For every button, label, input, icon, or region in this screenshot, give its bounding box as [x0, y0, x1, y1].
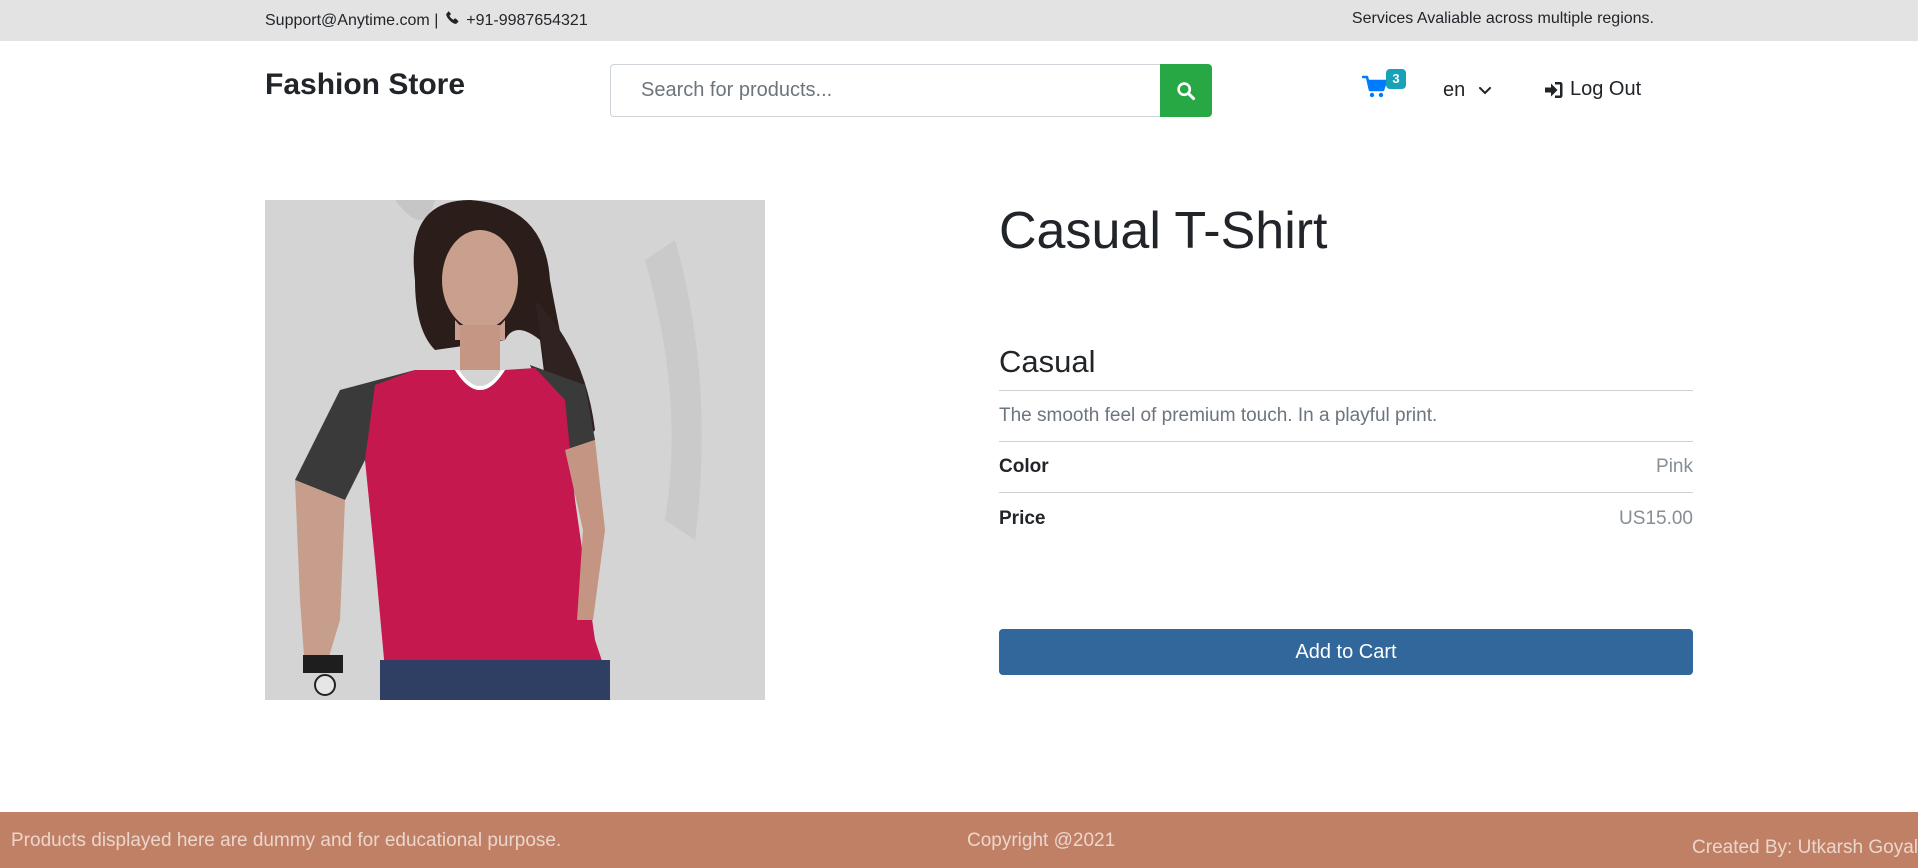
price-label: Price — [999, 508, 1046, 529]
phone-icon — [445, 10, 460, 30]
product-category: Casual — [999, 344, 1096, 379]
support-phone: +91-9987654321 — [466, 12, 588, 30]
top-info-bar: Support@Anytime.com | +91-9987654321 Ser… — [0, 0, 1918, 41]
regions-notice: Services Avaliable across multiple regio… — [1351, 10, 1654, 27]
search-input[interactable] — [610, 64, 1160, 117]
cart-button[interactable]: 3 — [1361, 69, 1406, 107]
chevron-down-icon — [1479, 86, 1492, 94]
color-value: Pink — [1656, 456, 1693, 477]
divider — [999, 441, 1693, 442]
language-value: en — [1443, 79, 1466, 101]
cart-icon — [1361, 75, 1388, 98]
cart-count-badge: 3 — [1386, 69, 1406, 89]
product-photo — [265, 200, 765, 700]
footer-disclaimer: Products displayed here are dummy and fo… — [11, 830, 562, 851]
divider — [999, 492, 1693, 493]
product-image — [265, 200, 765, 700]
footer-copyright: Copyright @2021 — [967, 830, 1116, 851]
logout-link[interactable]: Log Out — [1544, 78, 1641, 101]
contact-info: Support@Anytime.com | +91-9987654321 — [265, 10, 588, 32]
price-value: US15.00 — [1619, 508, 1693, 529]
language-select[interactable]: en — [1443, 79, 1492, 102]
support-email: Support@Anytime.com | — [265, 12, 439, 30]
footer-credit: Created By: Utkarsh Goyal — [1692, 837, 1918, 858]
site-header: Fashion Store 3 en Log Out — [0, 41, 1918, 141]
add-to-cart-button[interactable]: Add to Cart — [999, 629, 1693, 675]
color-label: Color — [999, 456, 1049, 477]
product-title: Casual T-Shirt — [999, 202, 1328, 260]
product-details: Casual T-Shirt Casual The smooth feel of… — [999, 196, 1693, 675]
logout-label: Log Out — [1570, 78, 1642, 100]
brand-logo[interactable]: Fashion Store — [265, 68, 465, 102]
divider — [999, 390, 1693, 391]
site-footer: Products displayed here are dummy and fo… — [0, 812, 1918, 868]
search-bar — [610, 64, 1212, 117]
sign-in-icon — [1545, 81, 1563, 98]
search-button[interactable] — [1160, 64, 1212, 117]
product-description: The smooth feel of premium touch. In a p… — [999, 405, 1438, 426]
search-icon — [1177, 81, 1196, 100]
